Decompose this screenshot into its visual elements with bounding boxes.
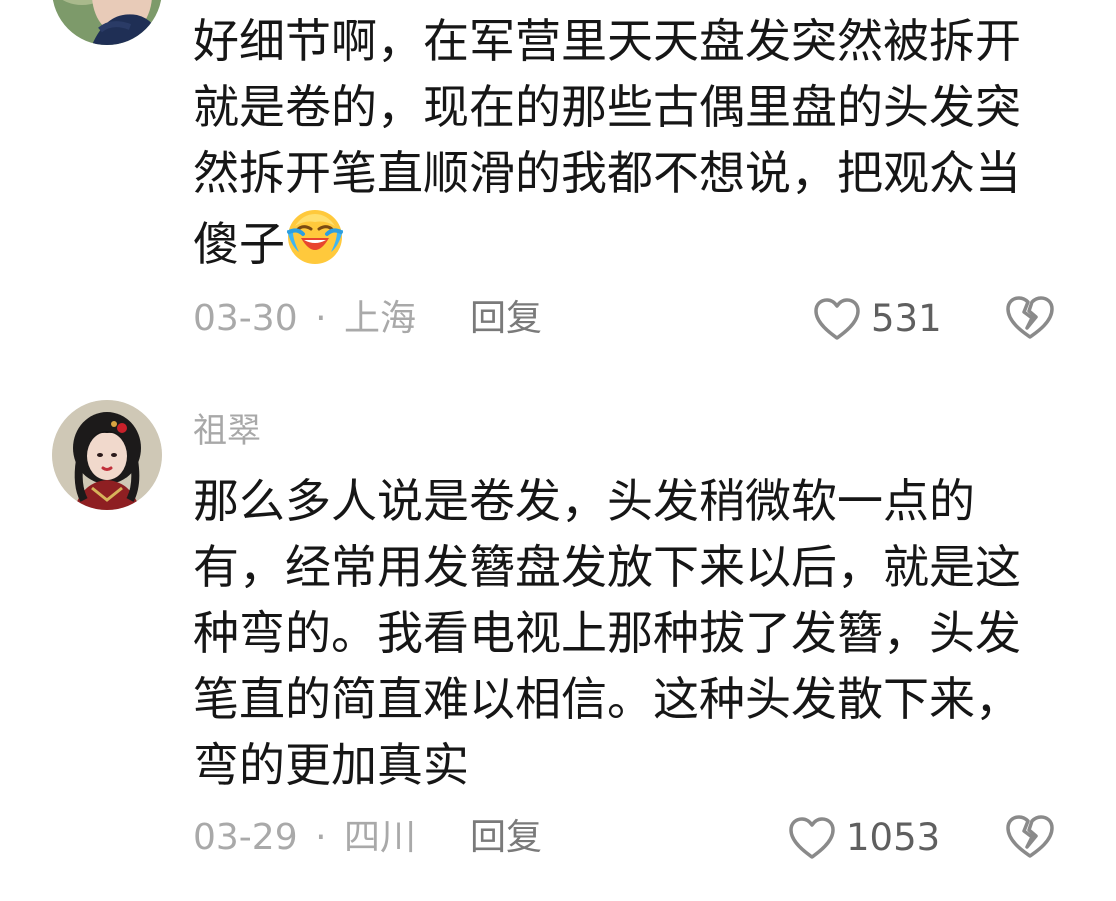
comment-username[interactable]: 祖翠: [193, 411, 261, 451]
like-count: 1053: [846, 816, 941, 859]
heart-outline-icon: [814, 298, 860, 340]
comment-line: 笔直的简直难以相信。这种头发散下来，: [193, 672, 1021, 726]
reply-button[interactable]: 回复: [470, 813, 542, 863]
avatar[interactable]: [52, 0, 162, 45]
comment-line: 好细节啊，在军营里天天盘发突然被拆开: [193, 14, 1021, 68]
broken-heart-icon: [1006, 296, 1054, 339]
comment-line-text: 傻子: [193, 217, 285, 271]
comment-location: 上海: [343, 298, 416, 339]
comment-date: 03-30: [193, 298, 298, 339]
comment-line: 弯的更加真实: [193, 738, 469, 792]
heart-outline-icon: [789, 817, 835, 859]
comment-location: 四川: [343, 817, 416, 858]
comment-list: 好细节啊，在军营里天天盘发突然被拆开 就是卷的，现在的那些古偶里盘的头发突 然拆…: [0, 0, 1116, 901]
comment-line: 种弯的。我看电视上那种拔了发簪，头发: [193, 606, 1021, 660]
reply-button[interactable]: 回复: [470, 294, 542, 344]
avatar[interactable]: [52, 400, 162, 510]
avatar-image: [52, 400, 162, 510]
comment-line-last: 傻子: [193, 206, 1021, 272]
comment-line: 然拆开笔直顺滑的我都不想说，把观众当: [193, 146, 1021, 200]
like-button[interactable]: 531: [813, 294, 942, 344]
comment-line: 那么多人说是卷发，头发稍微软一点的: [193, 474, 975, 528]
comment-text: 好细节啊，在军营里天天盘发突然被拆开 就是卷的，现在的那些古偶里盘的头发突 然拆…: [193, 8, 1021, 272]
comment-line: 就是卷的，现在的那些古偶里盘的头发突: [193, 80, 1021, 134]
like-button[interactable]: 1053: [788, 813, 940, 863]
like-count: 531: [871, 297, 942, 340]
comment-meta: 03-30 · 上海: [193, 294, 416, 344]
broken-heart-icon: [1006, 815, 1054, 858]
comment-text: 那么多人说是卷发，头发稍微软一点的 有，经常用发簪盘发放下来以后，就是这 种弯的…: [193, 468, 1021, 798]
laughing-crying-emoji-icon: [285, 206, 345, 266]
avatar-image: [52, 0, 162, 45]
dislike-button[interactable]: [1004, 294, 1056, 344]
meta-separator: ·: [315, 817, 327, 858]
comment-meta: 03-29 · 四川: [193, 813, 416, 863]
meta-separator: ·: [315, 298, 327, 339]
dislike-button[interactable]: [1004, 813, 1056, 863]
comment-line: 有，经常用发簪盘发放下来以后，就是这: [193, 540, 1021, 594]
comment-date: 03-29: [193, 817, 298, 858]
